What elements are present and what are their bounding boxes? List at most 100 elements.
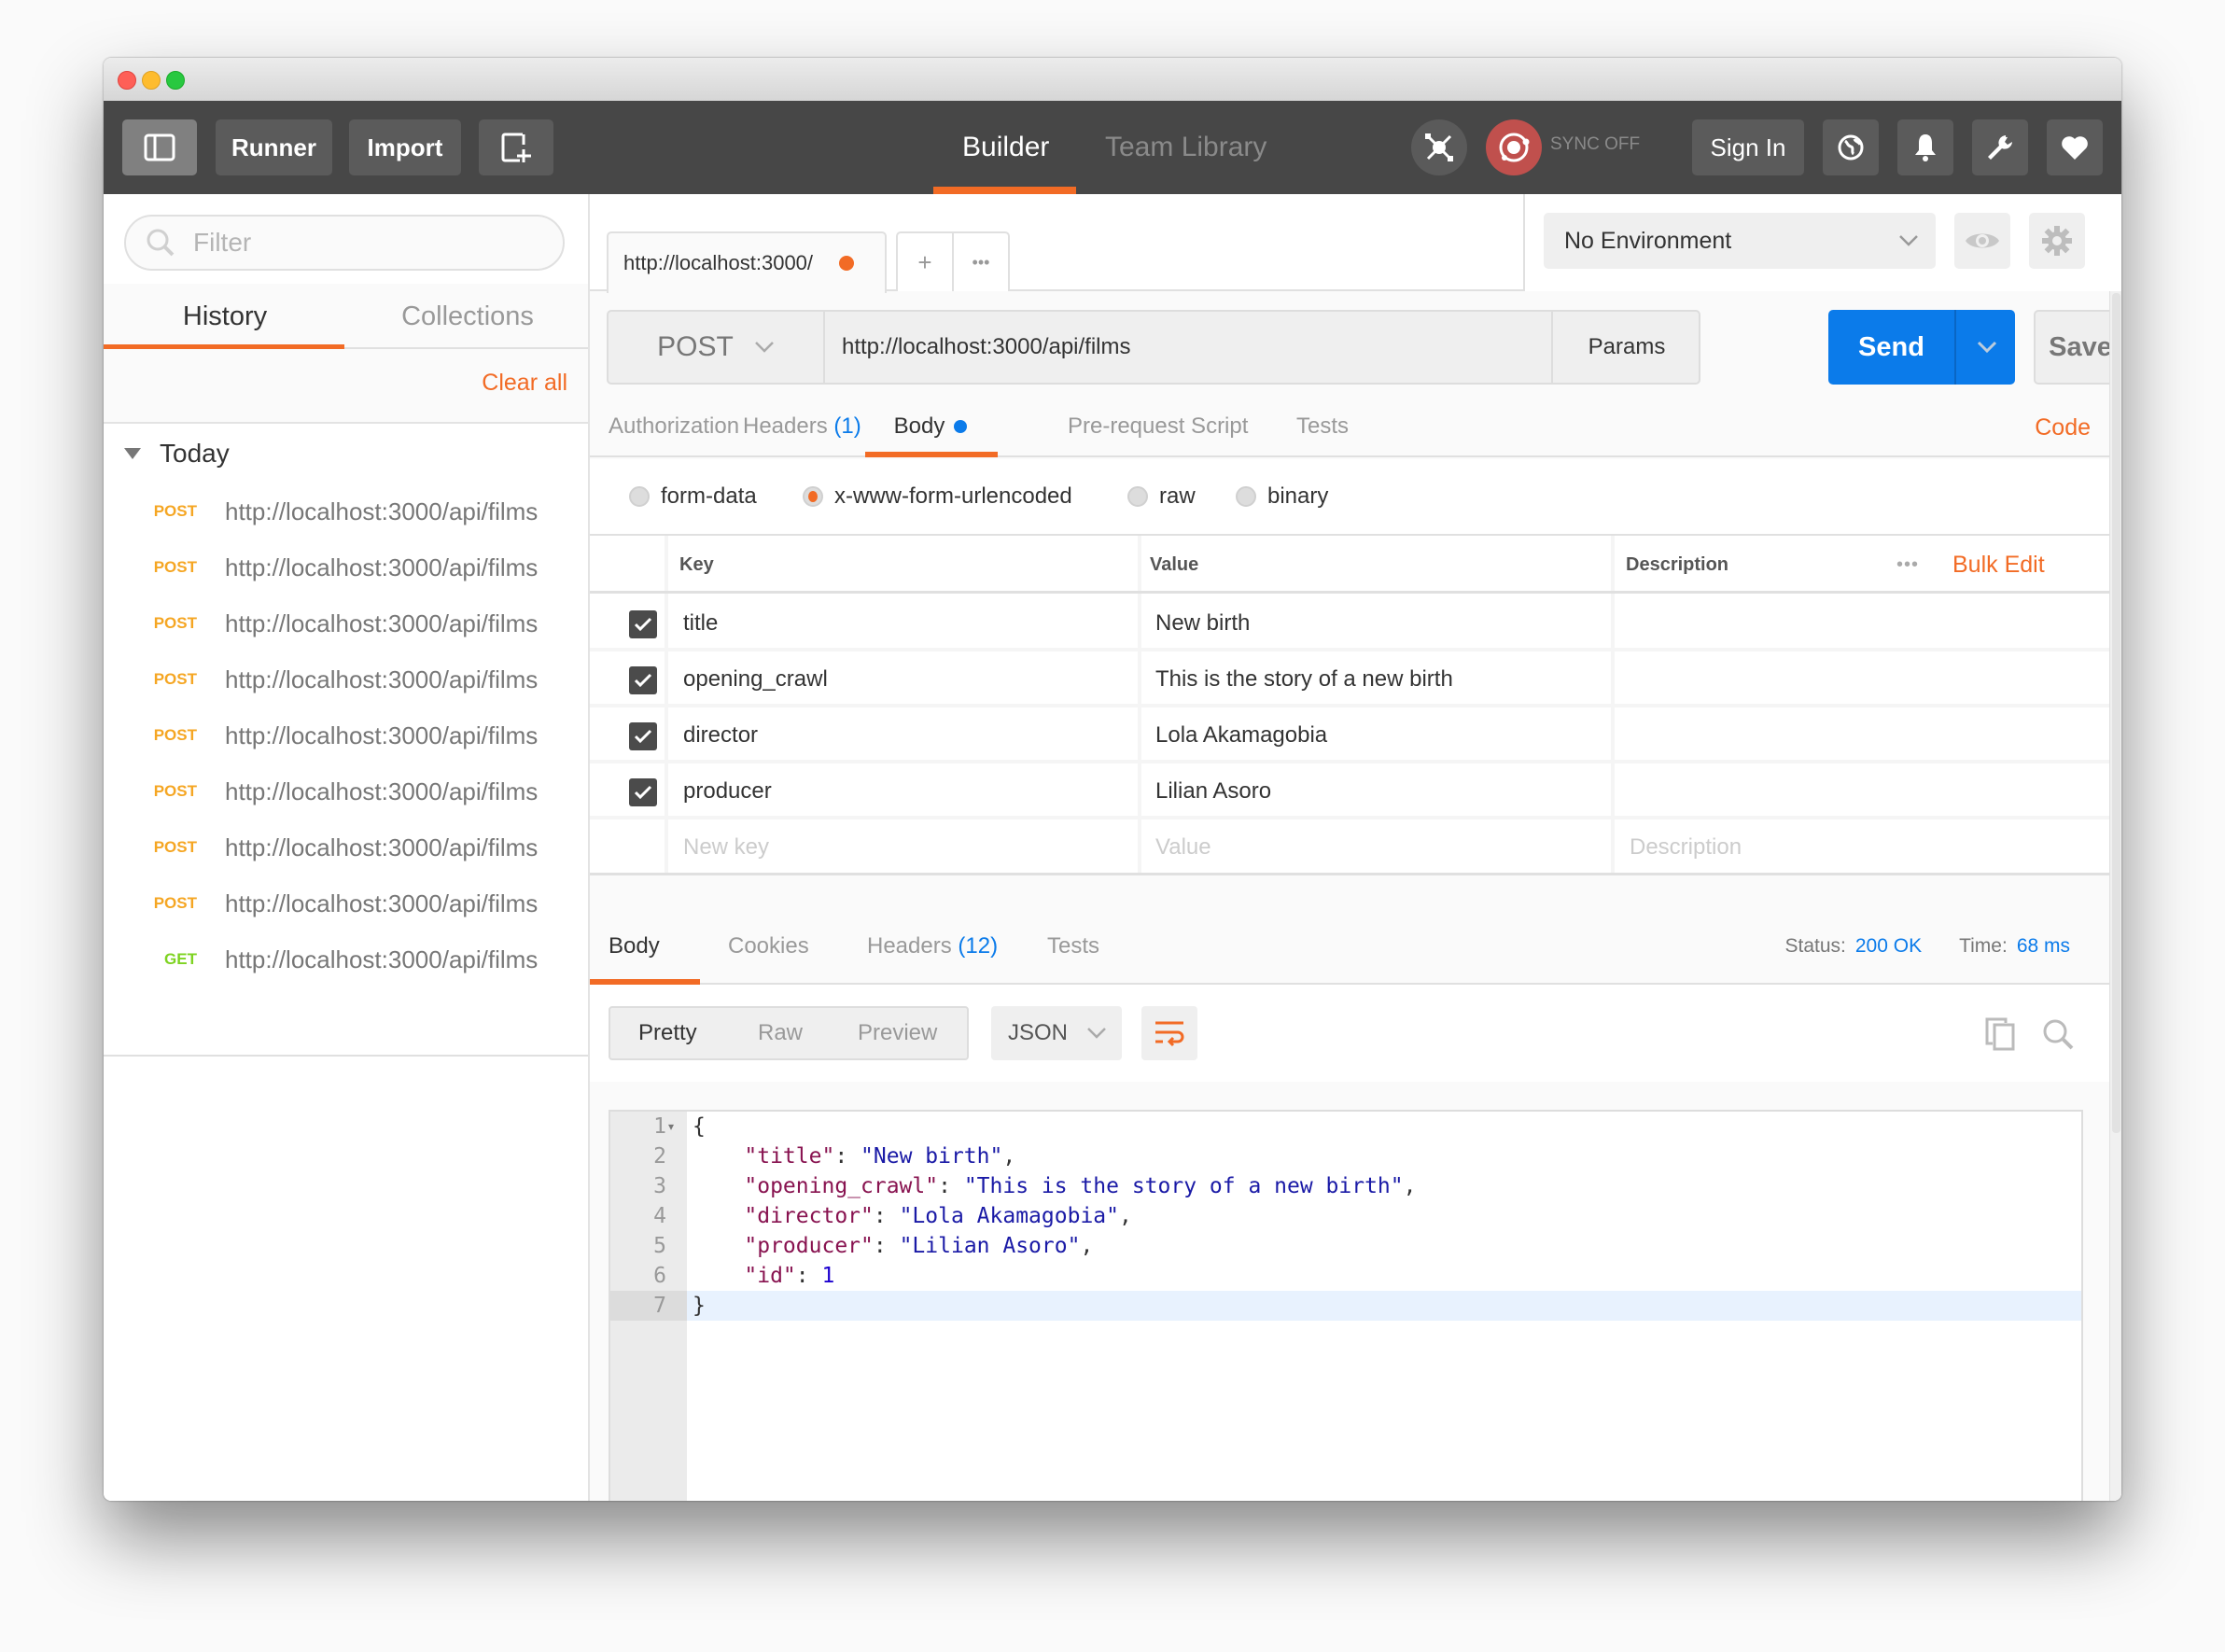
close-window-button[interactable] xyxy=(118,71,136,90)
send-button[interactable]: Send xyxy=(1828,310,1956,385)
view-mode-preview[interactable]: Preview xyxy=(858,1008,937,1058)
response-body-editor[interactable]: 1 ▾{2 "title": "New birth", 3 "opening_cra… xyxy=(609,1110,2083,1501)
tab-body[interactable]: Body xyxy=(865,396,996,457)
tab-options-button[interactable]: ••• xyxy=(954,233,1008,291)
copy-button[interactable] xyxy=(1985,1017,2017,1056)
format-select[interactable]: JSON xyxy=(991,1006,1122,1060)
clear-all-link[interactable]: Clear all xyxy=(482,370,567,397)
new-window-button[interactable] xyxy=(479,119,553,175)
url-input[interactable]: http://localhost:3000/api/films xyxy=(842,312,1131,383)
send-options-button[interactable] xyxy=(1958,310,2015,385)
sign-in-button[interactable]: Sign In xyxy=(1692,119,1804,175)
main-scrollbar[interactable] xyxy=(2109,291,2121,1501)
response-tab-tests[interactable]: Tests xyxy=(1047,908,1099,985)
tab-headers[interactable]: Headers (1) xyxy=(743,396,861,457)
settings-button[interactable] xyxy=(1972,119,2028,175)
method-badge: POST xyxy=(153,614,197,632)
table-row: title New birth xyxy=(590,595,2109,651)
filter-input[interactable]: Filter xyxy=(124,215,565,271)
sidebar: Filter History Collections Clear all Tod… xyxy=(104,194,590,1501)
code-line: "id": 1 xyxy=(693,1261,834,1291)
json-key: "title" xyxy=(744,1144,835,1169)
history-item[interactable]: POST http://localhost:3000/api/films xyxy=(104,595,588,651)
tab-collections[interactable]: Collections xyxy=(346,284,589,349)
json-punct: : xyxy=(938,1174,964,1198)
history-item[interactable]: POST http://localhost:3000/api/films xyxy=(104,651,588,707)
row-enabled-checkbox[interactable] xyxy=(629,722,657,750)
radio-x-www-form-urlencoded[interactable]: x-www-form-urlencoded xyxy=(803,483,1072,510)
interceptor-button[interactable] xyxy=(1411,119,1467,175)
scrollbar-thumb[interactable] xyxy=(2112,293,2120,1133)
history-group-today[interactable]: Today xyxy=(124,439,230,469)
tab-authorization[interactable]: Authorization xyxy=(609,396,739,457)
key-cell[interactable]: opening_crawl xyxy=(683,651,828,707)
zoom-window-button[interactable] xyxy=(166,71,185,90)
value-cell[interactable]: This is the story of a new birth xyxy=(1155,651,1453,707)
environment-quick-look-button[interactable] xyxy=(1954,213,2010,269)
row-enabled-checkbox[interactable] xyxy=(629,666,657,694)
history-item[interactable]: POST http://localhost:3000/api/films xyxy=(104,483,588,539)
radio-raw[interactable]: raw xyxy=(1127,483,1196,510)
tab-tests[interactable]: Tests xyxy=(1296,396,1349,457)
value-cell[interactable]: New birth xyxy=(1155,595,1250,651)
key-cell[interactable]: producer xyxy=(683,763,772,819)
new-key-input[interactable]: New key xyxy=(683,819,769,875)
history-item[interactable]: POST http://localhost:3000/api/films xyxy=(104,875,588,931)
response-tab-headers-label: Headers xyxy=(867,933,952,959)
code-link[interactable]: Code xyxy=(2035,414,2091,441)
new-description-input[interactable]: Description xyxy=(1630,819,1742,875)
key-cell[interactable]: director xyxy=(683,707,758,763)
environment-select[interactable]: No Environment xyxy=(1544,213,1936,269)
value-cell[interactable]: Lola Akamagobia xyxy=(1155,707,1327,763)
response-tab-body[interactable]: Body xyxy=(609,908,660,985)
table-options-button[interactable]: ••• xyxy=(1896,536,1919,594)
status-label: Status: xyxy=(1784,935,1846,957)
import-button[interactable]: Import xyxy=(349,119,461,175)
globe-button[interactable] xyxy=(1823,119,1879,175)
body-modified-indicator xyxy=(954,420,968,433)
tab-pre-request-label: Pre-request Script xyxy=(1068,413,1249,439)
radio-label: raw xyxy=(1159,483,1196,509)
line-number: 2 xyxy=(653,1144,666,1169)
view-mode-pretty[interactable]: Pretty xyxy=(638,1008,697,1058)
request-tab[interactable]: http://localhost:3000/ xyxy=(607,231,887,293)
response-tab-cookies[interactable]: Cookies xyxy=(728,908,809,985)
tab-team-library[interactable]: Team Library xyxy=(1105,101,1266,194)
search-response-button[interactable] xyxy=(2041,1017,2075,1056)
new-value-input[interactable]: Value xyxy=(1155,819,1211,875)
row-enabled-checkbox[interactable] xyxy=(629,778,657,806)
runner-button[interactable]: Runner xyxy=(216,119,332,175)
radio-form-data[interactable]: form-data xyxy=(629,483,757,510)
minimize-window-button[interactable] xyxy=(142,71,161,90)
params-button[interactable]: Params xyxy=(1551,312,1700,383)
sync-status-button[interactable] xyxy=(1486,119,1542,175)
response-headers-count: (12) xyxy=(958,933,999,959)
history-item[interactable]: POST http://localhost:3000/api/films xyxy=(104,707,588,763)
history-item[interactable]: POST http://localhost:3000/api/films xyxy=(104,819,588,875)
chevron-down-icon xyxy=(1899,235,1918,246)
row-enabled-checkbox[interactable] xyxy=(629,610,657,638)
tab-builder[interactable]: Builder xyxy=(962,101,1049,194)
notifications-button[interactable] xyxy=(1897,119,1953,175)
history-item[interactable]: POST http://localhost:3000/api/films xyxy=(104,763,588,819)
manage-environments-button[interactable] xyxy=(2029,213,2085,269)
fold-toggle-icon[interactable]: ▾ xyxy=(668,1112,674,1141)
new-tab-button[interactable]: + xyxy=(898,233,954,291)
wrap-lines-button[interactable] xyxy=(1141,1006,1197,1060)
heart-button[interactable] xyxy=(2047,119,2103,175)
radio-label: x-www-form-urlencoded xyxy=(834,483,1072,509)
radio-binary[interactable]: binary xyxy=(1236,483,1328,510)
view-mode-raw[interactable]: Raw xyxy=(758,1008,803,1058)
key-cell[interactable]: title xyxy=(683,595,718,651)
active-line-highlight xyxy=(687,1291,2081,1321)
bulk-edit-link[interactable]: Bulk Edit xyxy=(1952,536,2045,594)
history-item[interactable]: POST http://localhost:3000/api/films xyxy=(104,539,588,595)
value-cell[interactable]: Lilian Asoro xyxy=(1155,763,1271,819)
tab-history[interactable]: History xyxy=(104,284,346,349)
response-tab-headers[interactable]: Headers (12) xyxy=(867,908,998,985)
key-value-table: Key Value Description ••• Bulk Edit titl… xyxy=(590,536,2109,875)
toggle-sidebar-button[interactable] xyxy=(122,119,197,175)
method-select[interactable]: POST xyxy=(609,312,825,383)
tab-pre-request-script[interactable]: Pre-request Script xyxy=(1068,396,1248,457)
history-item[interactable]: GET http://localhost:3000/api/films xyxy=(104,931,588,987)
